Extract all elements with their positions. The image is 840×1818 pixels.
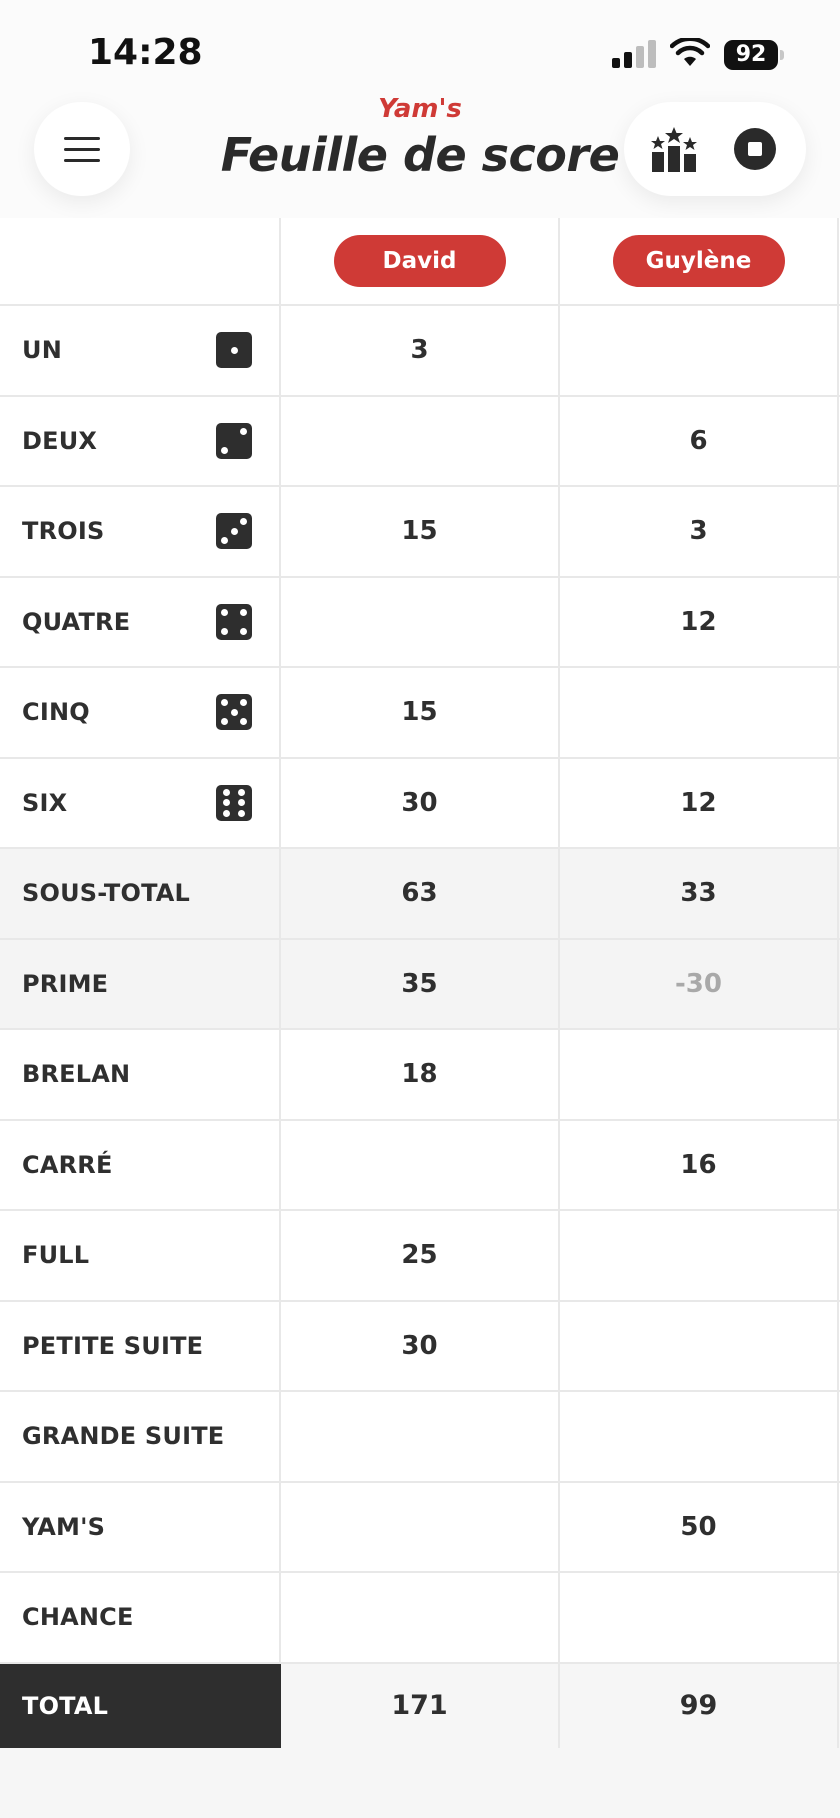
- score-cell-david[interactable]: [281, 1120, 560, 1209]
- row-label: YAM'S: [0, 1482, 281, 1571]
- score-row: CINQ 15: [0, 668, 840, 759]
- row-label: PRIME: [0, 939, 281, 1028]
- score-cell-david[interactable]: 3: [281, 306, 560, 395]
- score-row: YAM'S 50: [0, 1482, 840, 1573]
- score-row: GRANDE SUITE: [0, 1392, 840, 1483]
- score-cell-guylene[interactable]: [560, 1211, 839, 1300]
- row-label: GRANDE SUITE: [0, 1392, 281, 1481]
- row-label-text: PRIME: [22, 969, 109, 998]
- podium-stars-icon[interactable]: [650, 126, 698, 172]
- row-label-text: SOUS-TOTAL: [22, 879, 191, 908]
- row-label-text: FULL: [22, 1241, 90, 1270]
- row-label: TOTAL: [0, 1663, 281, 1748]
- row-label: DEUX: [0, 396, 281, 485]
- score-row: SIX 30 12: [0, 758, 840, 849]
- row-label-text: DEUX: [22, 426, 98, 455]
- row-label: SOUS-TOTAL: [0, 849, 281, 938]
- score-row: CHANCE: [0, 1573, 840, 1664]
- row-label-text: CHANCE: [22, 1603, 134, 1632]
- battery-icon: 92: [724, 40, 784, 70]
- row-label-text: BRELAN: [22, 1060, 131, 1089]
- score-row: FULL 25: [0, 1211, 840, 1302]
- score-cell-david[interactable]: 35: [281, 939, 560, 1028]
- score-sheet: David Guylène UN 3 DEUX 6 TROIS 15 3 QUATRE 12 CI…: [0, 218, 840, 1748]
- score-cell-david[interactable]: 18: [281, 1030, 560, 1119]
- row-label: CHANCE: [0, 1573, 281, 1662]
- score-row: PETITE SUITE 30: [0, 1301, 840, 1392]
- score-cell-david[interactable]: 15: [281, 668, 560, 757]
- score-row: DEUX 6: [0, 396, 840, 487]
- score-cell-david[interactable]: 30: [281, 758, 560, 847]
- row-label: CARRÉ: [0, 1120, 281, 1209]
- score-cell-guylene[interactable]: 12: [560, 758, 839, 847]
- score-cell-guylene[interactable]: [560, 1301, 839, 1390]
- row-label: QUATRE: [0, 577, 281, 666]
- score-cell-david[interactable]: [281, 1392, 560, 1481]
- row-label-text: GRANDE SUITE: [22, 1422, 225, 1451]
- row-label-text: YAM'S: [22, 1512, 106, 1541]
- header-actions: [624, 102, 806, 196]
- row-label-text: SIX: [22, 788, 68, 817]
- wifi-icon: [670, 38, 710, 66]
- row-label-text: QUATRE: [22, 607, 131, 636]
- score-cell-david[interactable]: [281, 1482, 560, 1571]
- score-row: TROIS 15 3: [0, 487, 840, 578]
- score-cell-guylene[interactable]: 50: [560, 1482, 839, 1571]
- score-cell-david[interactable]: 30: [281, 1301, 560, 1390]
- cellular-signal-icon: [612, 40, 656, 68]
- row-label-text: CINQ: [22, 698, 90, 727]
- die-five-icon: [216, 694, 252, 731]
- score-cell-david[interactable]: [281, 577, 560, 666]
- players-header-row: David Guylène: [0, 218, 840, 306]
- score-cell-guylene[interactable]: 33: [560, 849, 839, 938]
- row-label-text: PETITE SUITE: [22, 1331, 204, 1360]
- score-cell-guylene[interactable]: 3: [560, 487, 839, 576]
- score-row: QUATRE 12: [0, 577, 840, 668]
- player-guylene[interactable]: Guylène: [612, 235, 785, 287]
- stop-icon[interactable]: [734, 128, 776, 170]
- die-one-icon: [216, 332, 252, 369]
- row-label: FULL: [0, 1211, 281, 1300]
- row-label: BRELAN: [0, 1030, 281, 1119]
- die-four-icon: [216, 603, 252, 640]
- app-header: 14:28 92 Yam's Feuille de score: [0, 0, 840, 218]
- score-cell-guylene[interactable]: 6: [560, 396, 839, 485]
- total-cell-david: 171: [281, 1663, 560, 1748]
- score-cell-david[interactable]: [281, 396, 560, 485]
- score-cell-guylene[interactable]: [560, 1392, 839, 1481]
- status-time: 14:28: [88, 32, 203, 73]
- score-cell-guylene[interactable]: 12: [560, 577, 839, 666]
- score-row: UN 3: [0, 306, 840, 397]
- row-label-text: TROIS: [22, 517, 105, 546]
- total-row: TOTAL 171 99: [0, 1663, 840, 1748]
- player-david[interactable]: David: [333, 235, 506, 287]
- score-cell-guylene[interactable]: [560, 306, 839, 395]
- score-cell-guylene[interactable]: [560, 668, 839, 757]
- score-row: BRELAN 18: [0, 1030, 840, 1121]
- die-six-icon: [216, 784, 252, 821]
- row-label-text: CARRÉ: [22, 1150, 113, 1179]
- score-cell-guylene[interactable]: -30: [560, 939, 839, 1028]
- score-row: PRIME 35 -30: [0, 939, 840, 1030]
- score-cell-david[interactable]: [281, 1573, 560, 1662]
- row-label: TROIS: [0, 487, 281, 576]
- score-cell-guylene[interactable]: 16: [560, 1120, 839, 1209]
- score-cell-guylene[interactable]: [560, 1573, 839, 1662]
- die-two-icon: [216, 422, 252, 459]
- row-label: PETITE SUITE: [0, 1301, 281, 1390]
- empty-header-cell: [0, 218, 281, 304]
- score-cell-david[interactable]: 15: [281, 487, 560, 576]
- row-label: UN: [0, 306, 281, 395]
- total-cell-guylene: 99: [560, 1663, 839, 1748]
- die-three-icon: [216, 513, 252, 550]
- score-row: CARRÉ 16: [0, 1120, 840, 1211]
- score-cell-david[interactable]: 63: [281, 849, 560, 938]
- score-row: SOUS-TOTAL 63 33: [0, 849, 840, 940]
- row-label-text: UN: [22, 336, 62, 365]
- score-cell-guylene[interactable]: [560, 1030, 839, 1119]
- row-label: SIX: [0, 758, 281, 847]
- row-label: CINQ: [0, 668, 281, 757]
- battery-level: 92: [724, 40, 778, 70]
- score-cell-david[interactable]: 25: [281, 1211, 560, 1300]
